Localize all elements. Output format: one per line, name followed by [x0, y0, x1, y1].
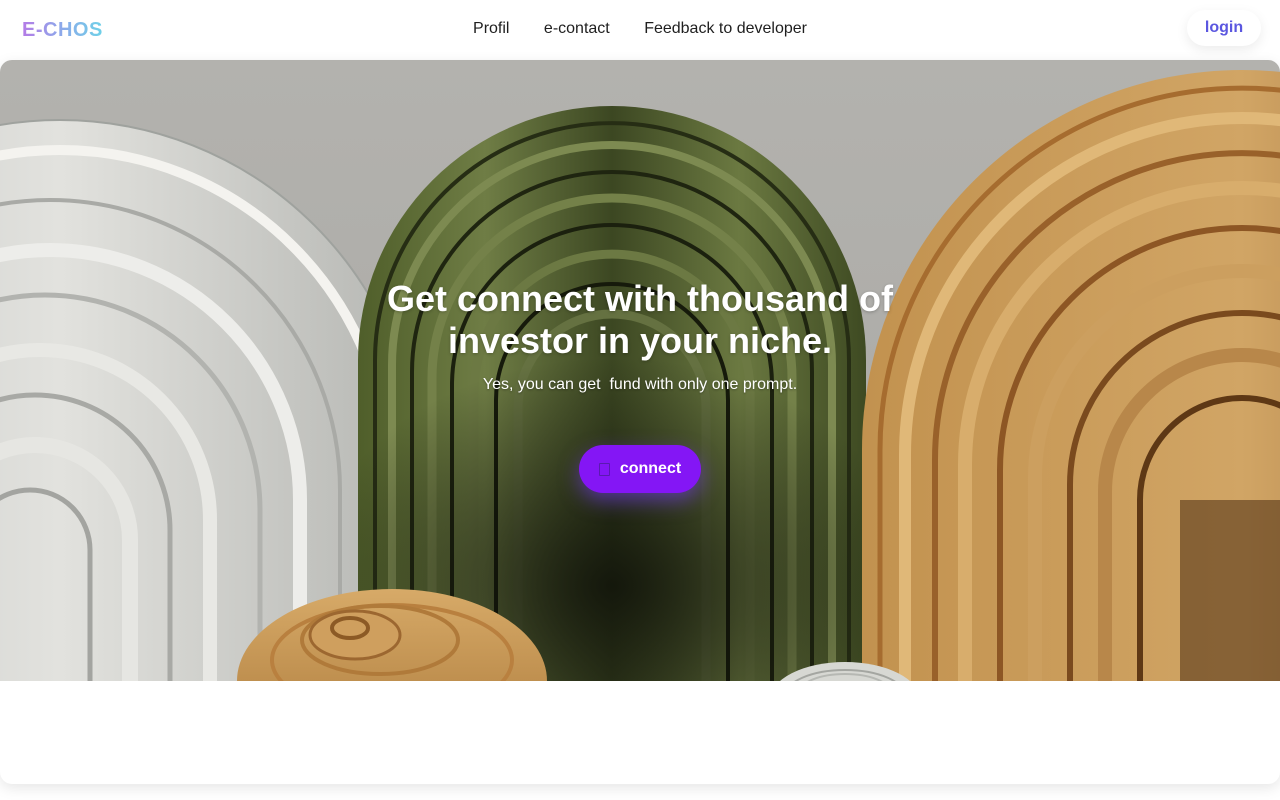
hero-subtitle: Yes, you can get fund with only one prom… — [482, 376, 798, 393]
navbar: E-CHOS Profil e-contact Feedback to deve… — [0, 0, 1280, 60]
connect-icon — [598, 462, 610, 476]
hero-content: Get connect with thousand of investor in… — [0, 278, 1280, 394]
hero-title: Get connect with thousand of investor in… — [387, 278, 893, 361]
connect-button-label: connect — [619, 460, 682, 477]
nav-links: Profil e-contact Feedback to developer — [0, 20, 1280, 38]
connect-button[interactable]: connect — [579, 445, 701, 493]
hero-card: Get connect with thousand of investor in… — [0, 60, 1280, 784]
nav-link-profil[interactable]: Profil — [473, 20, 509, 38]
nav-link-feedback[interactable]: Feedback to developer — [644, 20, 807, 38]
login-button[interactable]: login — [1187, 10, 1261, 46]
nav-link-e-contact[interactable]: e-contact — [544, 20, 610, 38]
